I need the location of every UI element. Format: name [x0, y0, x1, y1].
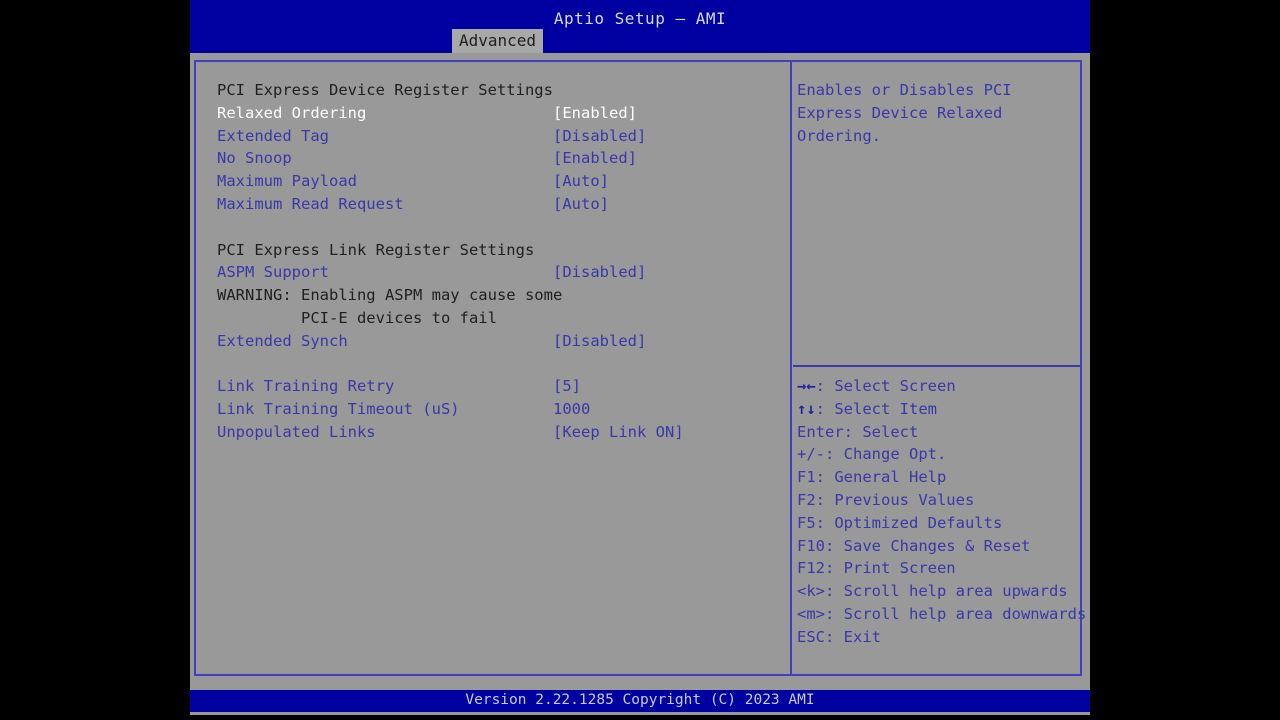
- key-legend-item: +/-: Change Opt.: [797, 443, 1082, 466]
- title-bar: Aptio Setup – AMI Advanced: [190, 0, 1090, 53]
- key-legend-text: F1: General Help: [797, 468, 947, 487]
- main-panel: PCI Express Device Register Settings Rela…: [194, 60, 1086, 676]
- bios-screen: Aptio Setup – AMI Advanced PCI Express D…: [0, 0, 1280, 720]
- setting-value[interactable]: [Disabled]: [553, 330, 646, 353]
- key-legend-item: F12: Print Screen: [797, 557, 1082, 580]
- setting-label: PCI-E devices to fail: [217, 308, 497, 327]
- setting-label: Maximum Payload: [217, 172, 357, 191]
- setting-value[interactable]: [Disabled]: [553, 125, 646, 148]
- key-legend-text: Enter: Select: [797, 422, 919, 441]
- setting-row[interactable]: Unpopulated Links [Keep Link ON]: [217, 421, 790, 444]
- setting-row[interactable]: Relaxed Ordering [Enabled]: [217, 102, 790, 125]
- key-legend-text: : Select Screen: [815, 377, 956, 395]
- key-legend-item: →←: Select Screen: [797, 375, 1082, 398]
- setting-row[interactable]: Maximum Read Request [Auto]: [217, 193, 790, 216]
- key-legend-item: F10: Save Changes & Reset: [797, 535, 1082, 558]
- key-legend-text: F2: Previous Values: [797, 490, 975, 509]
- tab-advanced[interactable]: Advanced: [452, 29, 545, 53]
- settings-section-header: PCI Express Link Register Settings: [217, 239, 790, 262]
- setting-label: ASPM Support: [217, 263, 329, 282]
- help-text: Enables or Disables PCI Express Device R…: [797, 81, 1012, 145]
- version-string: Version 2.22.1285 Copyright (C) 2023 AMI: [465, 692, 815, 708]
- setting-row[interactable]: Link Training Timeout (uS) 1000: [217, 398, 790, 421]
- bios-console: Aptio Setup – AMI Advanced PCI Express D…: [190, 0, 1090, 715]
- setting-label: Maximum Read Request: [217, 194, 404, 213]
- key-legend-text: <k>: Scroll help area upwards: [797, 582, 1068, 601]
- key-legend-text: ESC: Exit: [797, 627, 881, 646]
- key-legend-text: <m>: Scroll help area downwards: [797, 604, 1087, 623]
- setting-label: No Snoop: [217, 149, 292, 168]
- key-legend-item: <m>: Scroll help area downwards: [797, 603, 1086, 626]
- key-legend-text: +/-: Change Opt.: [797, 445, 947, 464]
- setting-label: PCI Express Link Register Settings: [217, 240, 535, 259]
- key-legend-text: : Select Item: [815, 399, 937, 418]
- key-legend-item: F1: General Help: [797, 466, 1082, 489]
- key-legend: →←: Select Screen ↑↓: Select Item Enter: S…: [797, 375, 1086, 649]
- help-pane: Enables or Disables PCI Express Device R…: [792, 62, 1086, 674]
- settings-spacer: [217, 216, 790, 239]
- setting-label: Link Training Retry: [217, 377, 395, 396]
- setting-row[interactable]: Link Training Retry [5]: [217, 375, 790, 398]
- settings-section-header: WARNING: Enabling ASPM may cause some: [217, 284, 790, 307]
- setting-label: Extended Tag: [217, 126, 329, 145]
- setting-value[interactable]: [Auto]: [553, 193, 609, 216]
- settings-section-header: PCI Express Device Register Settings: [217, 79, 790, 102]
- setting-label: Extended Synch: [217, 331, 348, 350]
- app-title: Aptio Setup – AMI: [553, 9, 727, 28]
- setting-row[interactable]: Extended Synch [Disabled]: [217, 330, 790, 353]
- setting-value[interactable]: [Auto]: [553, 170, 609, 193]
- help-separator: [793, 365, 1081, 367]
- key-legend-item: ↑↓: Select Item: [797, 398, 1082, 421]
- arrow-keys-icon: →←: [797, 377, 816, 395]
- arrow-keys-icon: ↑↓: [797, 399, 816, 418]
- key-legend-item: <k>: Scroll help area upwards: [797, 580, 1082, 603]
- settings-section-header: PCI-E devices to fail: [217, 307, 790, 330]
- key-legend-item: F5: Optimized Defaults: [797, 512, 1082, 535]
- key-legend-item: F2: Previous Values: [797, 489, 1082, 512]
- setting-row[interactable]: No Snoop [Enabled]: [217, 147, 790, 170]
- key-legend-text: F12: Print Screen: [797, 559, 956, 578]
- key-legend-item: ESC: Exit: [797, 626, 1082, 649]
- key-legend-text: F5: Optimized Defaults: [797, 513, 1003, 532]
- setting-value[interactable]: [Keep Link ON]: [553, 421, 684, 444]
- setting-value[interactable]: [Disabled]: [553, 261, 646, 284]
- setting-value[interactable]: [Enabled]: [553, 102, 637, 125]
- setting-value[interactable]: 1000: [553, 398, 590, 421]
- key-legend-item: Enter: Select: [797, 421, 1082, 444]
- setting-value[interactable]: [Enabled]: [553, 147, 637, 170]
- setting-label: PCI Express Device Register Settings: [217, 81, 553, 99]
- setting-row[interactable]: Extended Tag [Disabled]: [217, 125, 790, 148]
- setting-value[interactable]: [5]: [553, 375, 581, 398]
- setting-row[interactable]: Maximum Payload [Auto]: [217, 170, 790, 193]
- setting-label: Relaxed Ordering: [217, 103, 367, 122]
- setting-label: WARNING: Enabling ASPM may cause some: [217, 286, 563, 305]
- settings-spacer: [217, 353, 790, 376]
- settings-list: PCI Express Device Register Settings Rela…: [196, 62, 790, 674]
- setting-row[interactable]: ASPM Support [Disabled]: [217, 261, 790, 284]
- tab-strip: Advanced: [452, 29, 545, 53]
- setting-label: Unpopulated Links: [217, 422, 376, 441]
- footer-bar: Version 2.22.1285 Copyright (C) 2023 AMI: [190, 690, 1090, 712]
- setting-label: Link Training Timeout (uS): [217, 400, 460, 419]
- key-legend-text: F10: Save Changes & Reset: [797, 536, 1031, 555]
